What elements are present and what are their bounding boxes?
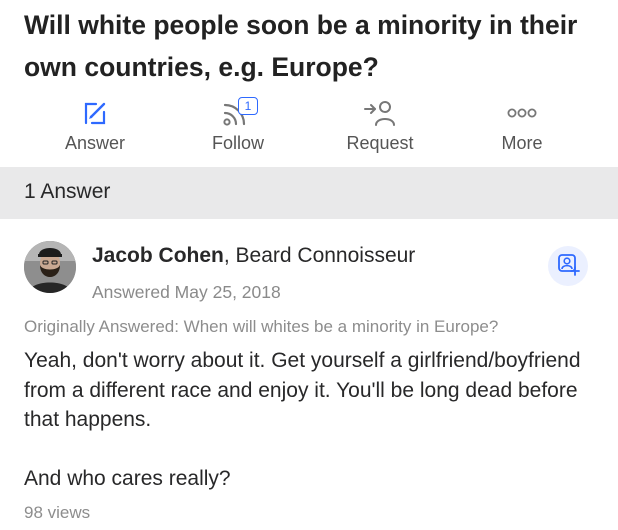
more-label: More (501, 133, 543, 153)
view-count: 98 views (24, 503, 91, 522)
author-name[interactable]: Jacob Cohen (92, 244, 224, 267)
answer-paragraph: Yeah, don't worry about it. Get yourself… (24, 349, 581, 431)
answer-count: 1 Answer (24, 180, 111, 203)
follow-button[interactable]: 1 Follow (178, 96, 298, 162)
originally-answered-link[interactable]: Originally Answered: When will whites be… (24, 317, 498, 337)
answer-author: Jacob Cohen, Beard Connoisseur (92, 244, 415, 268)
pencil-square-icon (80, 96, 110, 130)
answer-count-bar: 1 Answer (0, 167, 618, 219)
avatar[interactable] (24, 241, 76, 293)
request-label: Request (346, 133, 414, 153)
question-title: Will white people soon be a minority in … (24, 10, 578, 82)
answer-date[interactable]: Answered May 25, 2018 (92, 282, 281, 303)
more-button[interactable]: More (462, 96, 582, 162)
follow-label: Follow (211, 133, 264, 153)
answer-paragraph: And who cares really? (24, 466, 231, 490)
follow-user-icon (556, 252, 580, 281)
answer-label: Answer (64, 133, 126, 153)
follow-user-button[interactable] (548, 246, 588, 286)
request-user-icon (362, 96, 398, 130)
rss-feed-icon: 1 (208, 96, 268, 130)
follow-count-badge: 1 (238, 97, 258, 115)
request-button[interactable]: Request (320, 96, 440, 162)
more-dots-icon (505, 96, 539, 130)
answer-button[interactable]: Answer (35, 96, 155, 162)
question-actions: Answer 1 Follow Request More (0, 96, 618, 166)
author-credential: , Beard Connoisseur (223, 244, 416, 267)
answer-body: Yeah, don't worry about it. Get yourself… (24, 346, 599, 493)
